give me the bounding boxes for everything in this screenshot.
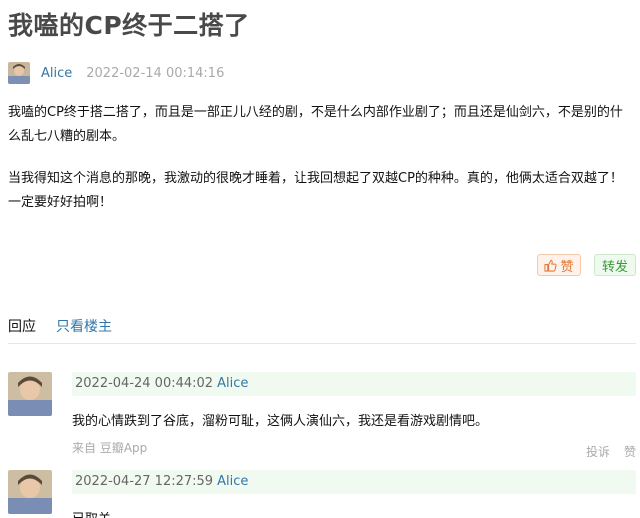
comment-timestamp: 2022-04-27 12:27:59 — [75, 474, 214, 489]
post-author-line: Alice 2022-02-14 00:14:16 — [8, 62, 224, 84]
author-name-link[interactable]: Alice — [41, 66, 72, 81]
comment-source: 来自 豆瓣App — [72, 441, 148, 455]
comment-header: 2022-04-24 00:44:02 Alice — [72, 372, 636, 396]
tab-owner-only[interactable]: 只看楼主 — [56, 316, 112, 336]
commenter-avatar[interactable] — [8, 470, 52, 514]
report-link[interactable]: 投诉 — [586, 443, 610, 460]
thumbs-up-icon — [544, 259, 558, 272]
comment-header: 2022-04-27 12:27:59 Alice — [72, 470, 636, 494]
comment-timestamp: 2022-04-24 00:44:02 — [75, 376, 214, 391]
comment-text: 已取关 — [72, 508, 111, 518]
forward-label: 转发 — [601, 259, 628, 275]
forward-button[interactable]: 转发 — [594, 254, 636, 276]
post-paragraph: 当我得知这个消息的那晚，我激动的很晚才睡着，让我回想起了双越CP的种种。真的，他… — [8, 171, 623, 210]
post-timestamp: 2022-02-14 00:14:16 — [86, 65, 225, 81]
like-button[interactable]: 赞 — [537, 254, 581, 276]
comment-author-link[interactable]: Alice — [217, 376, 248, 391]
post-body: 我嗑的CP终于搭二搭了，而且是一部正儿八经的剧，不是什么内部作业剧了；而且还是仙… — [8, 101, 634, 233]
comment-actions: 投诉 赞 — [586, 443, 636, 460]
post-title: 我嗑的CP终于二搭了 — [8, 11, 250, 40]
post-paragraph: 我嗑的CP终于搭二搭了，而且是一部正儿八经的剧，不是什么内部作业剧了；而且还是仙… — [8, 105, 623, 144]
comment-text: 我的心情跌到了谷底，溜粉可耻，这俩人演仙六，我还是看游戏剧情吧。 — [72, 414, 489, 429]
comment-author-link[interactable]: Alice — [217, 474, 248, 489]
reply-tabs: 回应 只看楼主 — [8, 316, 112, 336]
author-avatar[interactable] — [8, 62, 30, 84]
commenter-avatar[interactable] — [8, 372, 52, 416]
divider — [8, 343, 636, 344]
like-label: 赞 — [560, 259, 574, 275]
tab-reply[interactable]: 回应 — [8, 316, 36, 336]
comment-like-link[interactable]: 赞 — [624, 443, 636, 460]
